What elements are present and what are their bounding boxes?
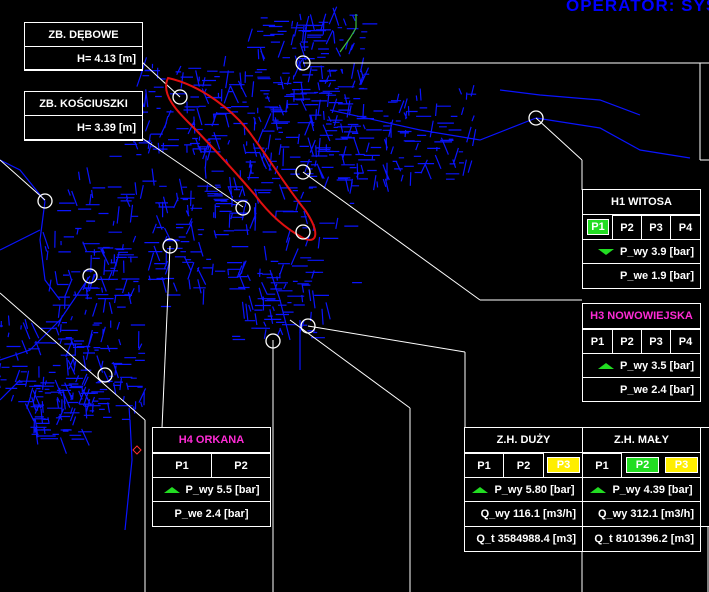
zh-maly-flow: Q_wy 312.1 [m3/h] [582, 501, 701, 527]
zh-duzy-pump-3[interactable]: P3 [547, 457, 580, 473]
zh-duzy-pressure-out: P_wy 5.80 [bar] [494, 483, 575, 496]
node-far-southwest[interactable] [97, 367, 113, 383]
reservoir-kosciuszki-panel: ZB. KOŚCIUSZKI H= 3.39 [m] [24, 91, 143, 141]
pressure-rising-icon [598, 362, 615, 369]
reservoir-debowe-level: H= 4.13 [m] [24, 46, 143, 71]
reservoir-debowe-panel: ZB. DĘBOWE H= 4.13 [m] [24, 22, 143, 71]
reservoir-debowe-name: ZB. DĘBOWE [24, 22, 143, 47]
station-h1-name: H1 WITOSA [582, 189, 701, 215]
h1-pressure-in: P_we 1.9 [bar] [582, 263, 701, 289]
zh-maly-pump-1[interactable]: P1 [582, 453, 622, 478]
h4-pump-1[interactable]: P1 [152, 453, 212, 478]
h1-pump-2[interactable]: P2 [612, 215, 642, 240]
station-h3-name: H3 NOWOWIEJSKA [582, 303, 701, 329]
h1-pump-3[interactable]: P3 [641, 215, 671, 240]
offscreen-panel-edge [700, 427, 709, 527]
h3-pressure-out-row: P_wy 3.5 [bar] [582, 353, 701, 378]
station-h4-panel: H4 ORKANA P1 P2 P_wy 5.5 [bar] P_we 2.4 … [152, 427, 271, 527]
zh-duzy-flow: Q_wy 116.1 [m3/h] [464, 501, 583, 527]
zh-duzy-pressure-out-row: P_wy 5.80 [bar] [464, 477, 583, 502]
pressure-rising-icon [163, 486, 180, 493]
reservoir-kosciuszki-name: ZB. KOŚCIUSZKI [24, 91, 143, 116]
h1-pressure-out: P_wy 3.9 [bar] [620, 245, 694, 258]
station-zh-duzy-name: Z.H. DUŻY [464, 427, 583, 453]
h4-pressure-out: P_wy 5.5 [bar] [185, 483, 260, 496]
zh-duzy-pump-2[interactable]: P2 [503, 453, 544, 478]
h3-pump-2[interactable]: P2 [612, 329, 642, 354]
h1-pump-1[interactable]: P1 [587, 219, 609, 235]
station-h3-panel: H3 NOWOWIEJSKA P1 P2 P3 P4 P_wy 3.5 [bar… [582, 303, 701, 402]
h1-pump-4[interactable]: P4 [670, 215, 701, 240]
green-pipe [339, 14, 357, 53]
h3-pump-4[interactable]: P4 [670, 329, 701, 354]
h1-pressure-out-row: P_wy 3.9 [bar] [582, 239, 701, 264]
zh-maly-pressure-out: P_wy 4.39 [bar] [612, 483, 693, 496]
pressure-rising-icon [472, 486, 489, 493]
zh-maly-pump-2[interactable]: P2 [626, 457, 659, 473]
zh-maly-pressure-out-row: P_wy 4.39 [bar] [582, 477, 701, 502]
station-zh-maly-panel: Z.H. MAŁY P1 P2 P3 P_wy 4.39 [bar] Q_wy … [582, 427, 701, 552]
operator-label: OPERATOR: SYS [566, 0, 709, 15]
station-zh-maly-name: Z.H. MAŁY [582, 427, 701, 453]
h3-pressure-in: P_we 2.4 [bar] [582, 377, 701, 402]
station-h1-panel: H1 WITOSA P1 P2 P3 P4 P_wy 3.9 [bar] P_w… [582, 189, 701, 289]
station-h4-name: H4 ORKANA [152, 427, 271, 453]
valve-marker [132, 445, 142, 455]
h4-pressure-out-row: P_wy 5.5 [bar] [152, 477, 271, 502]
h4-pump-2[interactable]: P2 [211, 453, 271, 478]
h3-pump-3[interactable]: P3 [641, 329, 671, 354]
zh-duzy-total: Q_t 3584988.4 [m3] [464, 526, 583, 552]
h3-pump-1[interactable]: P1 [582, 329, 613, 354]
h3-pressure-out: P_wy 3.5 [bar] [620, 359, 694, 372]
station-zh-duzy-panel: Z.H. DUŻY P1 P2 P3 P_wy 5.80 [bar] Q_wy … [464, 427, 583, 552]
reservoir-kosciuszki-level: H= 3.39 [m] [24, 115, 143, 141]
zh-duzy-pump-1[interactable]: P1 [464, 453, 504, 478]
h4-pressure-in: P_we 2.4 [bar] [152, 501, 271, 527]
pressure-rising-icon [590, 486, 607, 493]
zh-maly-pump-3[interactable]: P3 [665, 457, 698, 473]
zh-maly-total: Q_t 8101396.2 [m3] [582, 526, 701, 552]
pressure-falling-icon [598, 248, 615, 255]
